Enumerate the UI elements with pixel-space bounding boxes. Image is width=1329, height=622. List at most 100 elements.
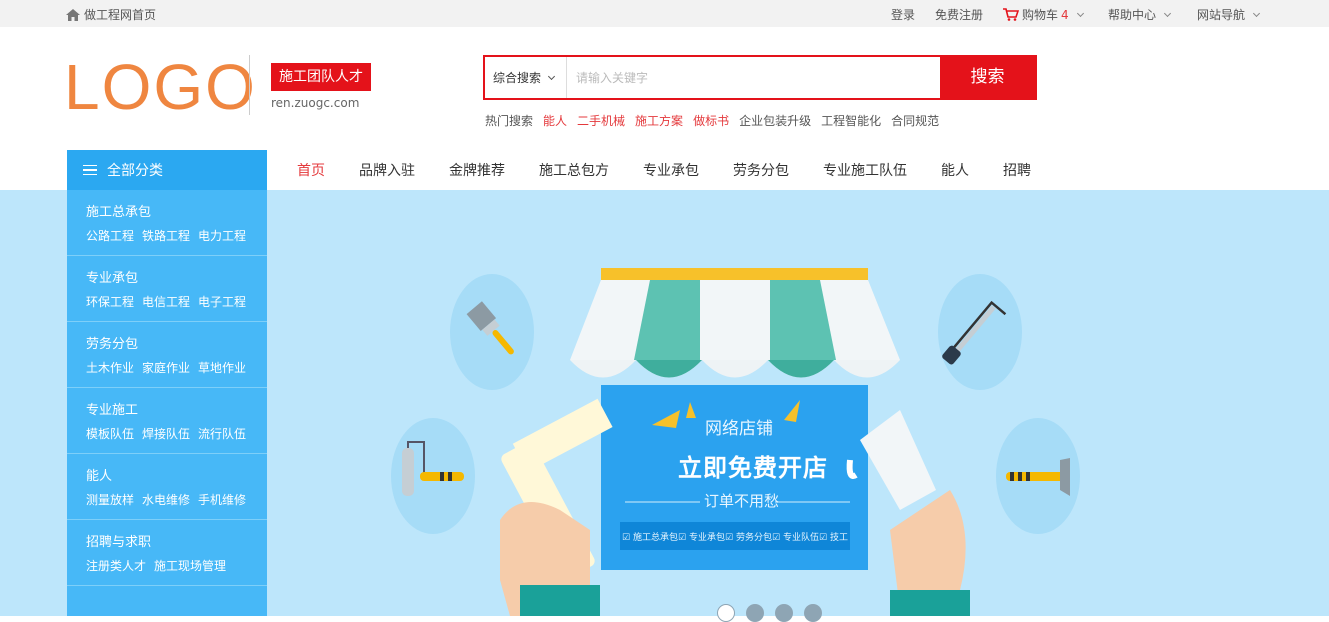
search-button[interactable]: 搜索 (940, 57, 1035, 98)
checkbox-icon: ☑ (772, 533, 783, 543)
category-link[interactable]: 家庭作业 (142, 359, 190, 376)
chevron-down-icon (1163, 9, 1172, 17)
category-group: 劳务分包土木作业 家庭作业 草地作业 (67, 322, 267, 388)
cart-count: 4 (1061, 7, 1069, 22)
category-link[interactable]: 手机维修 (198, 491, 246, 508)
header-divider (249, 55, 250, 115)
all-categories-button[interactable]: 全部分类 (67, 150, 267, 190)
nav-item[interactable]: 金牌推荐 (432, 150, 522, 190)
banner-tag: ☑ 施工总承包 (622, 530, 678, 543)
cart-link[interactable]: 购物车 4 (1003, 6, 1084, 23)
category-link[interactable]: 草地作业 (198, 359, 246, 376)
carousel-dot[interactable] (746, 604, 764, 622)
carousel-indicators (717, 604, 822, 622)
category-title[interactable]: 招聘与求职 (86, 534, 267, 552)
category-title[interactable]: 劳务分包 (86, 336, 267, 354)
category-title[interactable]: 专业施工 (86, 402, 267, 420)
banner-tag-label: 施工总承包 (632, 533, 678, 543)
banner-tag-label: 技工 (829, 533, 848, 543)
search-input[interactable] (567, 57, 940, 98)
menu-icon (83, 164, 97, 176)
checkbox-icon: ☑ (819, 533, 830, 543)
category-link[interactable]: 流行队伍 (198, 425, 246, 442)
category-link[interactable]: 环保工程 (86, 293, 134, 310)
category-link[interactable]: 电信工程 (142, 293, 190, 310)
category-link[interactable]: 铁路工程 (142, 227, 190, 244)
category-link[interactable]: 土木作业 (86, 359, 134, 376)
banner-tag-label: 劳务分包 (735, 533, 772, 543)
site-nav-menu[interactable]: 网站导航 (1197, 6, 1261, 23)
category-group: 专业承包环保工程 电信工程 电子工程 (67, 256, 267, 322)
nav-item[interactable]: 施工总包方 (522, 150, 626, 190)
nav-item[interactable]: 招聘 (986, 150, 1048, 190)
category-link[interactable]: 水电维修 (142, 491, 190, 508)
hot-search-item[interactable]: 做标书 (693, 112, 729, 129)
banner-tag: ☑ 专业承包 (678, 530, 725, 543)
search-bar: 综合搜索 搜索 (483, 55, 1037, 100)
banner-shop-label: 网络店铺 (705, 419, 773, 439)
banner-tag-label: 专业队伍 (782, 533, 819, 543)
category-link[interactable]: 焊接队伍 (142, 425, 190, 442)
hot-search-item[interactable]: 工程智能化 (821, 112, 881, 129)
nav-item[interactable]: 能人 (924, 150, 986, 190)
banner-tag-label: 专业承包 (688, 533, 725, 543)
banner-sub: 订单不用愁 (704, 492, 780, 510)
category-group: 专业施工模板队伍 焊接队伍 流行队伍 (67, 388, 267, 454)
category-sidebar: 施工总承包公路工程 铁路工程 电力工程专业承包环保工程 电信工程 电子工程劳务分包土木作… (67, 190, 267, 616)
cart-label: 购物车 (1022, 8, 1059, 22)
banner-tag: ☑ 专业队伍 (772, 530, 819, 543)
site-nav-label: 网站导航 (1197, 8, 1246, 22)
category-title[interactable]: 能人 (86, 468, 267, 486)
help-center-label: 帮助中心 (1108, 8, 1157, 22)
chevron-down-icon (1252, 9, 1261, 17)
site-logo[interactable]: LOGO (64, 52, 257, 122)
chevron-down-icon (1076, 9, 1084, 17)
category-link[interactable]: 注册类人才 (86, 557, 146, 574)
banner-tag: ☑ 技工 (819, 530, 848, 543)
hot-search-item[interactable]: 合同规范 (891, 112, 939, 129)
site-url: ren.zuogc.com (271, 96, 360, 110)
category-group: 施工总承包公路工程 铁路工程 电力工程 (67, 190, 267, 256)
checkbox-icon: ☑ (678, 533, 689, 543)
hot-search-label: 热门搜索 (485, 114, 534, 128)
category-link[interactable]: 测量放样 (86, 491, 134, 508)
home-link-label: 做工程网首页 (84, 8, 157, 22)
carousel-dot[interactable] (717, 604, 735, 622)
carousel-dot[interactable] (804, 604, 822, 622)
category-link[interactable]: 电力工程 (198, 227, 246, 244)
help-center-menu[interactable]: 帮助中心 (1108, 6, 1172, 23)
all-categories-label: 全部分类 (107, 163, 163, 179)
category-link[interactable]: 模板队伍 (86, 425, 134, 442)
banner-tag: ☑ 劳务分包 (725, 530, 772, 543)
category-link[interactable]: 公路工程 (86, 227, 134, 244)
nav-item[interactable]: 专业承包 (626, 150, 716, 190)
carousel-dot[interactable] (775, 604, 793, 622)
category-title[interactable]: 专业承包 (86, 270, 267, 288)
banner-headline: 立即免费开店 (678, 454, 828, 482)
hot-search-item[interactable]: 二手机械 (577, 112, 625, 129)
nav-item[interactable]: 专业施工队伍 (806, 150, 924, 190)
banner-tags: ☑ 施工总承包 ☑ 专业承包 ☑ 劳务分包 ☑ 专业队伍 ☑ 技工 (622, 530, 848, 543)
search-scope-select[interactable]: 综合搜索 (485, 57, 567, 98)
register-link[interactable]: 免费注册 (935, 6, 983, 23)
site-badge: 施工团队人才 (271, 63, 371, 91)
category-link[interactable]: 电子工程 (198, 293, 246, 310)
top-bar: 做工程网首页 登录 免费注册 购物车 4 帮助中心 网站导航 (0, 0, 1329, 27)
nav-item[interactable]: 劳务分包 (716, 150, 806, 190)
category-title[interactable]: 施工总承包 (86, 204, 267, 222)
hot-search-item[interactable]: 企业包装升级 (739, 112, 811, 129)
checkbox-icon: ☑ (622, 533, 633, 543)
cart-icon (1003, 8, 1019, 21)
category-link[interactable]: 施工现场管理 (154, 557, 226, 574)
search-scope-label: 综合搜索 (493, 71, 542, 85)
login-link[interactable]: 登录 (891, 6, 915, 23)
hot-search-item[interactable]: 能人 (543, 112, 567, 129)
home-link[interactable]: 做工程网首页 (66, 6, 156, 23)
category-group: 招聘与求职注册类人才 施工现场管理 (67, 520, 267, 586)
nav-item[interactable]: 品牌入驻 (342, 150, 432, 190)
nav-item[interactable]: 首页 (280, 150, 342, 190)
checkbox-icon: ☑ (725, 533, 736, 543)
category-group: 能人测量放样 水电维修 手机维修 (67, 454, 267, 520)
hot-search-item[interactable]: 施工方案 (635, 112, 683, 129)
saw-bubble (938, 274, 1022, 390)
